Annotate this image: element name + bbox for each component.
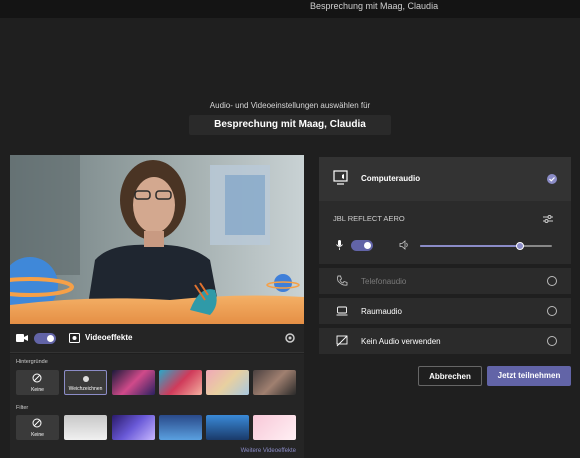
no-audio-option[interactable]: Kein Audio verwenden xyxy=(319,328,571,354)
meeting-title: Besprechung mit Maag, Claudia xyxy=(189,115,391,135)
filter-option[interactable] xyxy=(64,415,107,440)
no-audio-icon xyxy=(336,335,348,347)
filter-none[interactable]: Keine xyxy=(16,415,59,440)
room-audio-label: Raumaudio xyxy=(361,307,402,316)
background-none[interactable]: Keine xyxy=(16,370,59,395)
speaker-icon xyxy=(399,240,408,250)
audio-device-name[interactable]: JBL REFLECT AERO xyxy=(333,214,405,223)
video-effects-label: Videoeffekte xyxy=(85,333,133,342)
phone-audio-option[interactable]: Telefonaudio xyxy=(319,268,571,294)
blur-icon xyxy=(83,376,89,382)
device-settings-icon[interactable] xyxy=(543,214,553,224)
no-audio-label: Kein Audio verwenden xyxy=(361,337,441,346)
cancel-button[interactable]: Abbrechen xyxy=(418,366,482,386)
none-icon xyxy=(32,373,42,383)
no-audio-radio[interactable] xyxy=(547,336,557,346)
check-icon xyxy=(547,174,557,184)
computer-audio-option[interactable]: Computeraudio xyxy=(319,157,571,201)
filter-option[interactable] xyxy=(206,415,249,440)
join-now-button[interactable]: Jetzt teilnehmen xyxy=(487,366,571,386)
video-controls-bar: Videoeffekte xyxy=(10,324,304,353)
background-option[interactable] xyxy=(159,370,202,395)
video-preview xyxy=(10,155,304,324)
microphone-icon xyxy=(336,240,343,250)
phone-audio-label: Telefonaudio xyxy=(361,277,407,286)
more-video-effects-link[interactable]: Weitere Videoeffekte xyxy=(241,448,296,454)
title-bar: Besprechung mit Maag, Claudia xyxy=(0,0,580,18)
filters-label: Filter xyxy=(16,405,29,411)
phone-audio-radio[interactable] xyxy=(547,276,557,286)
none-icon xyxy=(32,418,42,428)
room-audio-radio[interactable] xyxy=(547,306,557,316)
camera-toggle[interactable] xyxy=(34,333,56,344)
background-none-label: Keine xyxy=(31,387,44,393)
window-title: Besprechung mit Maag, Claudia xyxy=(310,1,439,11)
computer-audio-card: Computeraudio JBL REFLECT AERO xyxy=(319,157,571,264)
effects-panel: Hintergründe Keine Weichzeichnen Filter … xyxy=(10,354,304,458)
filter-none-label: Keine xyxy=(31,432,44,438)
phone-icon xyxy=(337,275,348,286)
camera-icon xyxy=(16,334,28,342)
background-blur[interactable]: Weichzeichnen xyxy=(64,370,107,395)
filter-option[interactable] xyxy=(253,415,296,440)
room-audio-option[interactable]: Raumaudio xyxy=(319,298,571,324)
volume-fill xyxy=(420,245,521,247)
video-effects-icon xyxy=(69,333,80,343)
filter-option[interactable] xyxy=(112,415,155,440)
speaker-volume-slider[interactable] xyxy=(420,242,552,250)
room-audio-icon xyxy=(336,306,348,316)
settings-gear-icon[interactable] xyxy=(284,332,296,344)
computer-audio-icon xyxy=(333,170,348,185)
background-blur-label: Weichzeichnen xyxy=(68,386,103,392)
background-option[interactable] xyxy=(206,370,249,395)
filter-option[interactable] xyxy=(159,415,202,440)
microphone-toggle[interactable] xyxy=(351,240,373,251)
volume-handle[interactable] xyxy=(516,242,525,250)
backgrounds-label: Hintergründe xyxy=(16,359,48,365)
prejoin-subtitle: Audio- und Videoeinstellungen auswählen … xyxy=(209,101,371,110)
background-option[interactable] xyxy=(253,370,296,395)
background-option[interactable] xyxy=(112,370,155,395)
video-preview-image xyxy=(10,155,304,324)
computer-audio-label: Computeraudio xyxy=(361,174,421,183)
